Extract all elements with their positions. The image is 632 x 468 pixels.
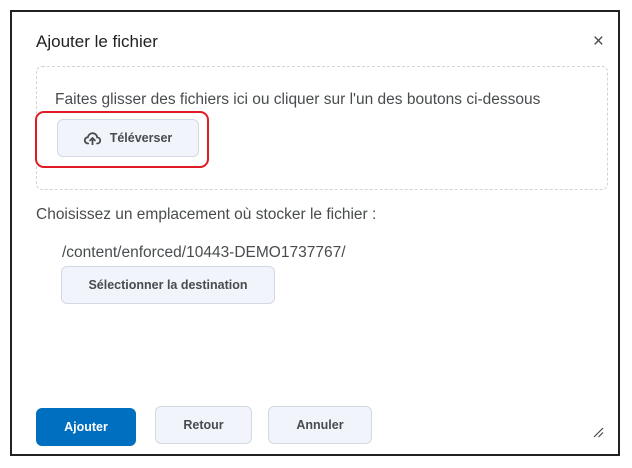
add-button[interactable]: Ajouter	[36, 408, 136, 446]
upload-button[interactable]: Téléverser	[57, 119, 199, 157]
dropzone-instructions: Faites glisser des fichiers ici ou cliqu…	[55, 91, 541, 108]
back-button[interactable]: Retour	[155, 406, 252, 444]
close-icon[interactable]: ×	[593, 32, 604, 51]
resize-handle-icon[interactable]	[592, 426, 604, 438]
file-dropzone[interactable]: Faites glisser des fichiers ici ou cliqu…	[35, 66, 608, 190]
upload-button-label: Téléverser	[109, 131, 173, 145]
add-file-dialog: Ajouter le fichier × Faites glisser des …	[10, 10, 620, 456]
storage-location-label: Choisissez un emplacement où stocker le …	[36, 206, 377, 223]
cancel-button[interactable]: Annuler	[268, 406, 372, 444]
select-destination-button[interactable]: Sélectionner la destination	[61, 266, 275, 304]
cloud-upload-icon	[83, 131, 101, 145]
destination-path: /content/enforced/10443-DEMO1737767/	[62, 244, 346, 261]
dialog-title: Ajouter le fichier	[36, 32, 158, 51]
